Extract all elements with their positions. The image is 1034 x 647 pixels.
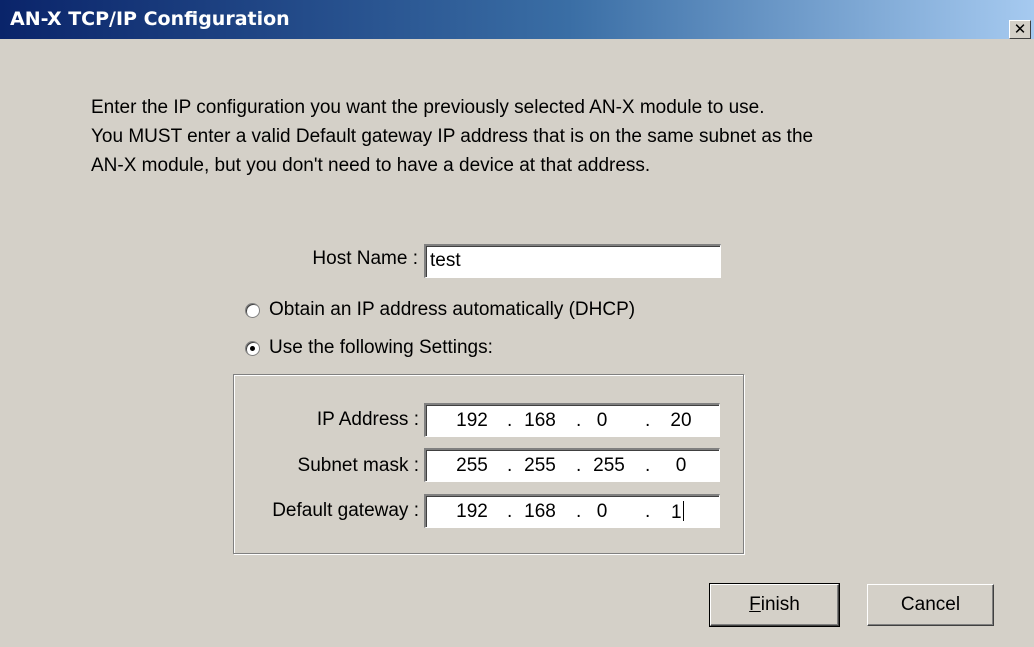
octet-separator: . xyxy=(645,455,651,476)
finish-label: inish xyxy=(760,594,800,615)
ip-octet-3[interactable]: 0 xyxy=(582,410,622,432)
octet-separator: . xyxy=(507,501,513,522)
subnet-octet-1[interactable]: 255 xyxy=(452,455,492,477)
cancel-label: Cancel xyxy=(900,594,961,615)
finish-mnemonic: F xyxy=(749,594,761,615)
ip-octet-2[interactable]: 168 xyxy=(520,410,560,432)
title-bar[interactable]: AN-X TCP/IP Configuration xyxy=(0,0,1034,39)
octet-separator: . xyxy=(576,501,582,522)
static-radio[interactable] xyxy=(245,340,260,356)
ip-address-label: IP Address : xyxy=(316,409,419,430)
subnet-mask-input[interactable]: 255 . 255 . 255 . 0 xyxy=(424,448,720,482)
static-radio-label[interactable]: Use the following Settings: xyxy=(269,337,493,359)
subnet-octet-4[interactable]: 0 xyxy=(661,455,701,477)
radio-selected-dot xyxy=(250,345,255,351)
host-name-label: Host Name : xyxy=(312,248,418,269)
octet-separator: . xyxy=(576,455,582,476)
close-button[interactable]: ✕ xyxy=(1009,20,1031,39)
dhcp-radio-option[interactable]: Obtain an IP address automatically (DHCP… xyxy=(245,299,635,321)
dhcp-radio[interactable] xyxy=(245,302,260,318)
static-radio-option[interactable]: Use the following Settings: xyxy=(245,337,493,359)
octet-separator: . xyxy=(645,501,651,522)
ip-address-input[interactable]: 192 . 168 . 0 . 20 xyxy=(424,403,720,437)
window-title: AN-X TCP/IP Configuration xyxy=(10,8,290,30)
dialog-window: AN-X TCP/IP Configuration ✕ Enter the IP… xyxy=(0,0,1034,647)
gateway-octet-1[interactable]: 192 xyxy=(452,501,492,523)
instruction-line: Enter the IP configuration you want the … xyxy=(91,97,765,118)
finish-button[interactable]: Finish xyxy=(709,583,840,627)
gateway-octet-2[interactable]: 168 xyxy=(520,501,560,523)
instructions-text: Enter the IP configuration you want the … xyxy=(91,93,991,180)
subnet-mask-label: Subnet mask : xyxy=(297,455,419,476)
subnet-octet-2[interactable]: 255 xyxy=(520,455,560,477)
octet-separator: . xyxy=(645,410,651,431)
host-name-input[interactable]: test xyxy=(424,244,721,278)
octet-separator: . xyxy=(507,455,513,476)
host-name-value: test xyxy=(430,250,461,271)
instruction-line: AN-X module, but you don't need to have … xyxy=(91,155,651,176)
octet-separator: . xyxy=(507,410,513,431)
default-gateway-input[interactable]: 192 . 168 . 0 . 1 xyxy=(424,494,720,528)
octet-separator: . xyxy=(576,410,582,431)
text-caret xyxy=(682,501,684,521)
close-icon: ✕ xyxy=(1013,21,1027,38)
gateway-octet-4-value: 1 xyxy=(671,502,682,523)
gateway-octet-4[interactable]: 1 xyxy=(671,501,701,524)
subnet-octet-3[interactable]: 255 xyxy=(589,455,629,477)
cancel-button[interactable]: Cancel xyxy=(867,584,994,626)
ip-octet-4[interactable]: 20 xyxy=(661,410,701,432)
gateway-octet-3[interactable]: 0 xyxy=(582,501,622,523)
instruction-line: You MUST enter a valid Default gateway I… xyxy=(91,126,814,147)
default-gateway-label: Default gateway : xyxy=(272,500,419,521)
dhcp-radio-label[interactable]: Obtain an IP address automatically (DHCP… xyxy=(269,299,635,321)
ip-octet-1[interactable]: 192 xyxy=(452,410,492,432)
